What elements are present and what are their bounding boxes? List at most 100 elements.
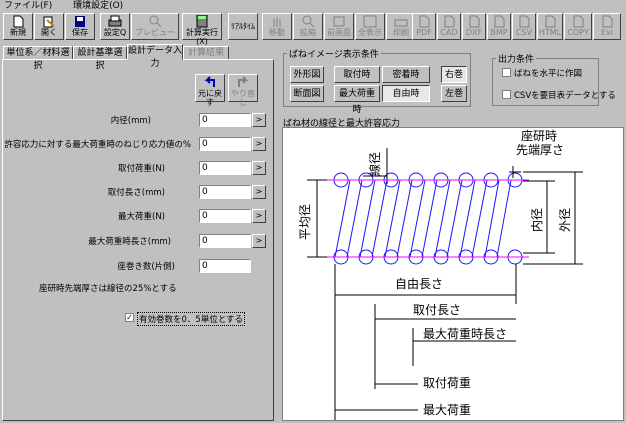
- pdf-button[interactable]: PDF: [412, 13, 436, 40]
- csv-label: CSV: [515, 28, 533, 37]
- csv-spec-label: CSVを要目表データとする: [514, 91, 616, 101]
- arrow-right-icon[interactable]: >: [252, 234, 266, 248]
- menu-settings[interactable]: 環境設定(O): [73, 1, 123, 11]
- print-icon: [394, 15, 408, 28]
- open-icon: [42, 15, 56, 28]
- coil-wire: [334, 179, 351, 258]
- left-hand-button[interactable]: 左巻: [441, 85, 467, 102]
- copy-icon: [571, 15, 585, 28]
- undo-button[interactable]: 元に戻す: [195, 74, 225, 107]
- full-view-button[interactable]: 全表示: [355, 13, 385, 40]
- install-length-label: 取付長さ: [413, 303, 461, 317]
- install-length-input[interactable]: 0: [199, 185, 251, 199]
- save-button[interactable]: 保存: [65, 13, 95, 40]
- field-label: 最大荷重(N): [118, 212, 165, 222]
- arrow-right-icon[interactable]: >: [252, 209, 266, 223]
- coil-wire: [421, 179, 438, 258]
- max-load-label: 最大荷重: [423, 403, 471, 417]
- tab-results[interactable]: 計算結果: [183, 46, 229, 60]
- max-load-length-input[interactable]: 0: [199, 234, 251, 248]
- magnifier-icon: [148, 15, 162, 28]
- installed-state-button[interactable]: 取付時: [334, 66, 380, 83]
- tab-units[interactable]: 単位系／材料選択: [3, 46, 73, 71]
- html-icon: [543, 15, 557, 28]
- full-view-icon: [363, 15, 377, 28]
- arrow-right-icon[interactable]: >: [252, 185, 266, 199]
- copy-button[interactable]: COPY: [564, 13, 592, 40]
- arrow-right-icon[interactable]: >: [252, 137, 266, 151]
- redo-icon: [229, 75, 257, 89]
- open-button[interactable]: 開く: [34, 13, 64, 40]
- effective-coils-label: 有効巻数を0．5単位とする: [137, 312, 246, 326]
- spring-drawing: 座研時 先端厚さ 線径 平均径 内径 外径 自由長さ 取付長さ 最大荷重時長さ …: [298, 128, 583, 420]
- cad-button[interactable]: CAD: [437, 13, 461, 40]
- dxf-icon: [467, 15, 481, 28]
- install-load-label: 取付荷重: [423, 376, 471, 390]
- wire-label: 線径: [367, 152, 382, 176]
- effective-coils-checkbox[interactable]: ✓: [125, 313, 134, 322]
- free-state-button[interactable]: 自由時: [382, 85, 430, 102]
- max-load-state-button[interactable]: 最大荷重時: [334, 85, 380, 115]
- dxf-button[interactable]: DXF: [462, 13, 486, 40]
- field-label: 取付荷重(N): [118, 164, 165, 174]
- move-label: 移動: [269, 28, 285, 37]
- max-load-length-label: 最大荷重時長さ: [423, 327, 507, 341]
- arrow-right-icon[interactable]: >: [252, 113, 266, 127]
- field-label: 座巻き数(片側): [117, 262, 175, 272]
- calculator-icon: [195, 14, 209, 28]
- menu-file[interactable]: ファイル(F): [4, 1, 52, 11]
- inner-diameter-input[interactable]: 0: [199, 113, 251, 127]
- save-label: 保存: [72, 28, 88, 37]
- settings-button[interactable]: 設定Q: [100, 13, 130, 40]
- end-coils-input[interactable]: 0: [199, 259, 251, 273]
- dxf-label: DXF: [465, 28, 483, 37]
- right-hand-button[interactable]: 右巻: [441, 66, 467, 83]
- install-load-input[interactable]: 0: [199, 161, 251, 175]
- coil-wire: [446, 179, 463, 258]
- new-button[interactable]: 新規: [3, 13, 33, 40]
- max-load-input[interactable]: 0: [199, 209, 251, 223]
- realtime-label: ﾘｱﾙﾀｲﾑ: [231, 22, 255, 31]
- printer-icon: [108, 15, 122, 28]
- free-length-label: 自由長さ: [395, 277, 443, 291]
- tab-standard[interactable]: 設計基準選択: [73, 46, 127, 71]
- design-input-panel: 元に戻す やり直し 内径(mm) 0 > 許容応力に対する最大荷重時のねじり応力…: [2, 59, 274, 421]
- preview-button[interactable]: プレビュー: [131, 13, 179, 40]
- solid-state-button[interactable]: 密着時: [382, 66, 430, 83]
- csv-button[interactable]: CSV: [512, 13, 536, 40]
- field-label: 内径(mm): [110, 116, 151, 126]
- coil-wire: [459, 179, 476, 258]
- coil-wire: [396, 179, 413, 258]
- stress-percent-input[interactable]: 0: [199, 137, 251, 151]
- grind-label-1: 座研時: [521, 128, 557, 143]
- hand-icon: [270, 15, 284, 28]
- pdf-icon: [417, 15, 431, 28]
- outline-view-button[interactable]: 外形図: [290, 66, 324, 83]
- coil-wire: [471, 179, 488, 258]
- inner-diameter-label: 内径: [530, 208, 544, 232]
- calc-button[interactable]: 計算実行(X): [182, 13, 222, 46]
- save-icon: [73, 15, 87, 28]
- horizontal-checkbox[interactable]: [502, 68, 511, 77]
- redo-button[interactable]: やり直し: [228, 74, 258, 107]
- coil-wire: [434, 179, 451, 258]
- arrow-right-icon[interactable]: >: [252, 161, 266, 175]
- zoom-button[interactable]: 拡縮: [293, 13, 323, 40]
- tab-design-input[interactable]: 設計データ入力: [127, 44, 183, 69]
- cad-icon: [442, 15, 456, 28]
- coil-wire: [484, 179, 500, 258]
- move-button[interactable]: 移動: [262, 13, 292, 40]
- html-button[interactable]: HTML: [537, 13, 563, 40]
- open-label: 開く: [41, 28, 57, 37]
- field-label: 最大荷重時長さ(mm): [88, 237, 171, 247]
- field-label: 許容応力に対する最大荷重時のねじり応力値の%: [4, 140, 191, 150]
- prev-view-button[interactable]: 前画面: [324, 13, 354, 40]
- csv-spec-checkbox[interactable]: [502, 90, 511, 99]
- bmp-button[interactable]: BMP: [487, 13, 511, 40]
- spring-diagram: 座研時 先端厚さ 線径 平均径 内径 外径 自由長さ 取付長さ 最大荷重時長さ …: [282, 127, 624, 421]
- section-view-button[interactable]: 断面図: [290, 85, 324, 102]
- toolbar: 新規 開く 保存 設定Q プレビュー 計算実行(X) ﾘｱﾙﾀｲﾑ 移動 拡縮 …: [0, 12, 626, 46]
- xls-button[interactable]: Exl: [593, 13, 621, 40]
- realtime-button[interactable]: ﾘｱﾙﾀｲﾑ: [228, 13, 258, 40]
- print-label: 印刷: [393, 28, 409, 37]
